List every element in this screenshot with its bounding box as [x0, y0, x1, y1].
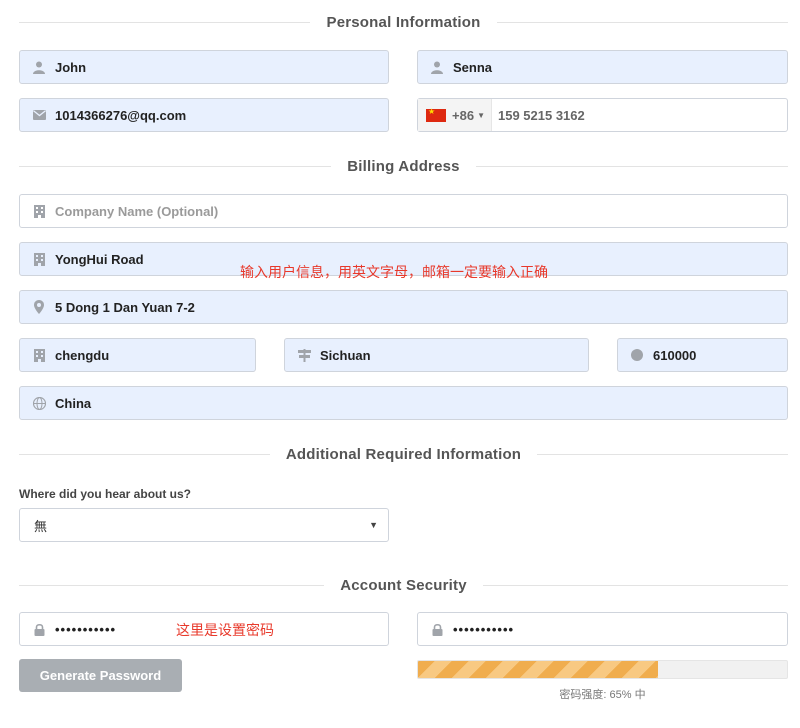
- section-title: Personal Information: [326, 13, 481, 31]
- china-flag-icon: [426, 107, 446, 122]
- lock-icon: [32, 622, 46, 636]
- generate-password-button[interactable]: Generate Password: [19, 659, 182, 692]
- last-name-field[interactable]: Senna: [417, 50, 788, 84]
- hear-about-us-select[interactable]: 無 ▼: [19, 508, 389, 542]
- email-value: 1014366276@qq.com: [55, 107, 187, 123]
- section-title: Additional Required Information: [285, 445, 522, 463]
- last-name-value: Senna: [453, 59, 493, 75]
- state-value: Sichuan: [320, 347, 371, 363]
- building-icon: [32, 348, 46, 362]
- lock-icon: [430, 622, 444, 636]
- phone-field[interactable]: +86 ▼ 159 5215 3162: [417, 98, 788, 132]
- circle-icon: [630, 348, 644, 362]
- selected-option: 無: [34, 518, 48, 534]
- section-billing-address: Billing Address: [19, 156, 788, 176]
- country-value: China: [55, 395, 92, 411]
- caret-down-icon: ▼: [477, 110, 485, 120]
- state-field[interactable]: Sichuan: [284, 338, 589, 372]
- first-name-value: John: [55, 59, 87, 75]
- user-icon: [430, 60, 444, 74]
- building-icon: [32, 204, 46, 218]
- postcode-field[interactable]: 610000: [617, 338, 788, 372]
- section-title: Billing Address: [347, 157, 460, 175]
- company-name-field[interactable]: Company Name (Optional): [19, 194, 788, 228]
- building-icon: [32, 252, 46, 266]
- city-field[interactable]: chengdu: [19, 338, 256, 372]
- hear-about-us-label: Where did you hear about us?: [19, 487, 192, 501]
- address1-value: YongHui Road: [55, 251, 144, 267]
- globe-icon: [32, 396, 46, 410]
- company-name-placeholder: Company Name (Optional): [55, 203, 219, 219]
- password-strength-fill: [418, 661, 658, 678]
- envelope-icon: [32, 108, 46, 122]
- password-strength-label: 密码强度: 65% 中: [559, 689, 646, 701]
- address2-value: 5 Dong 1 Dan Yuan 7-2: [55, 299, 195, 315]
- address2-field[interactable]: 5 Dong 1 Dan Yuan 7-2: [19, 290, 788, 324]
- map-sign-icon: [297, 348, 311, 362]
- password-value: •••••••••••: [55, 621, 117, 637]
- user-info-note: 输入用户信息，用英文字母，邮箱一定要输入正确: [240, 264, 548, 280]
- caret-down-icon: ▼: [369, 520, 378, 530]
- password-strength-meter: [417, 660, 788, 679]
- email-field[interactable]: 1014366276@qq.com: [19, 98, 389, 132]
- postcode-value: 610000: [653, 347, 697, 363]
- confirm-password-value: •••••••••••: [453, 621, 515, 637]
- section-account-security: Account Security: [19, 575, 788, 595]
- phone-number-value: 159 5215 3162: [497, 107, 585, 123]
- country-code-selector[interactable]: +86 ▼: [418, 99, 492, 131]
- user-icon: [32, 60, 46, 74]
- city-value: chengdu: [55, 347, 110, 363]
- section-title: Account Security: [340, 576, 467, 594]
- first-name-field[interactable]: John: [19, 50, 389, 84]
- country-field[interactable]: China: [19, 386, 788, 420]
- confirm-password-field[interactable]: •••••••••••: [417, 612, 788, 646]
- map-marker-icon: [32, 300, 46, 314]
- country-code: +86: [452, 107, 475, 123]
- password-note: 这里是设置密码: [176, 622, 274, 638]
- section-additional-information: Additional Required Information: [19, 444, 788, 464]
- section-personal-information: Personal Information: [19, 12, 788, 32]
